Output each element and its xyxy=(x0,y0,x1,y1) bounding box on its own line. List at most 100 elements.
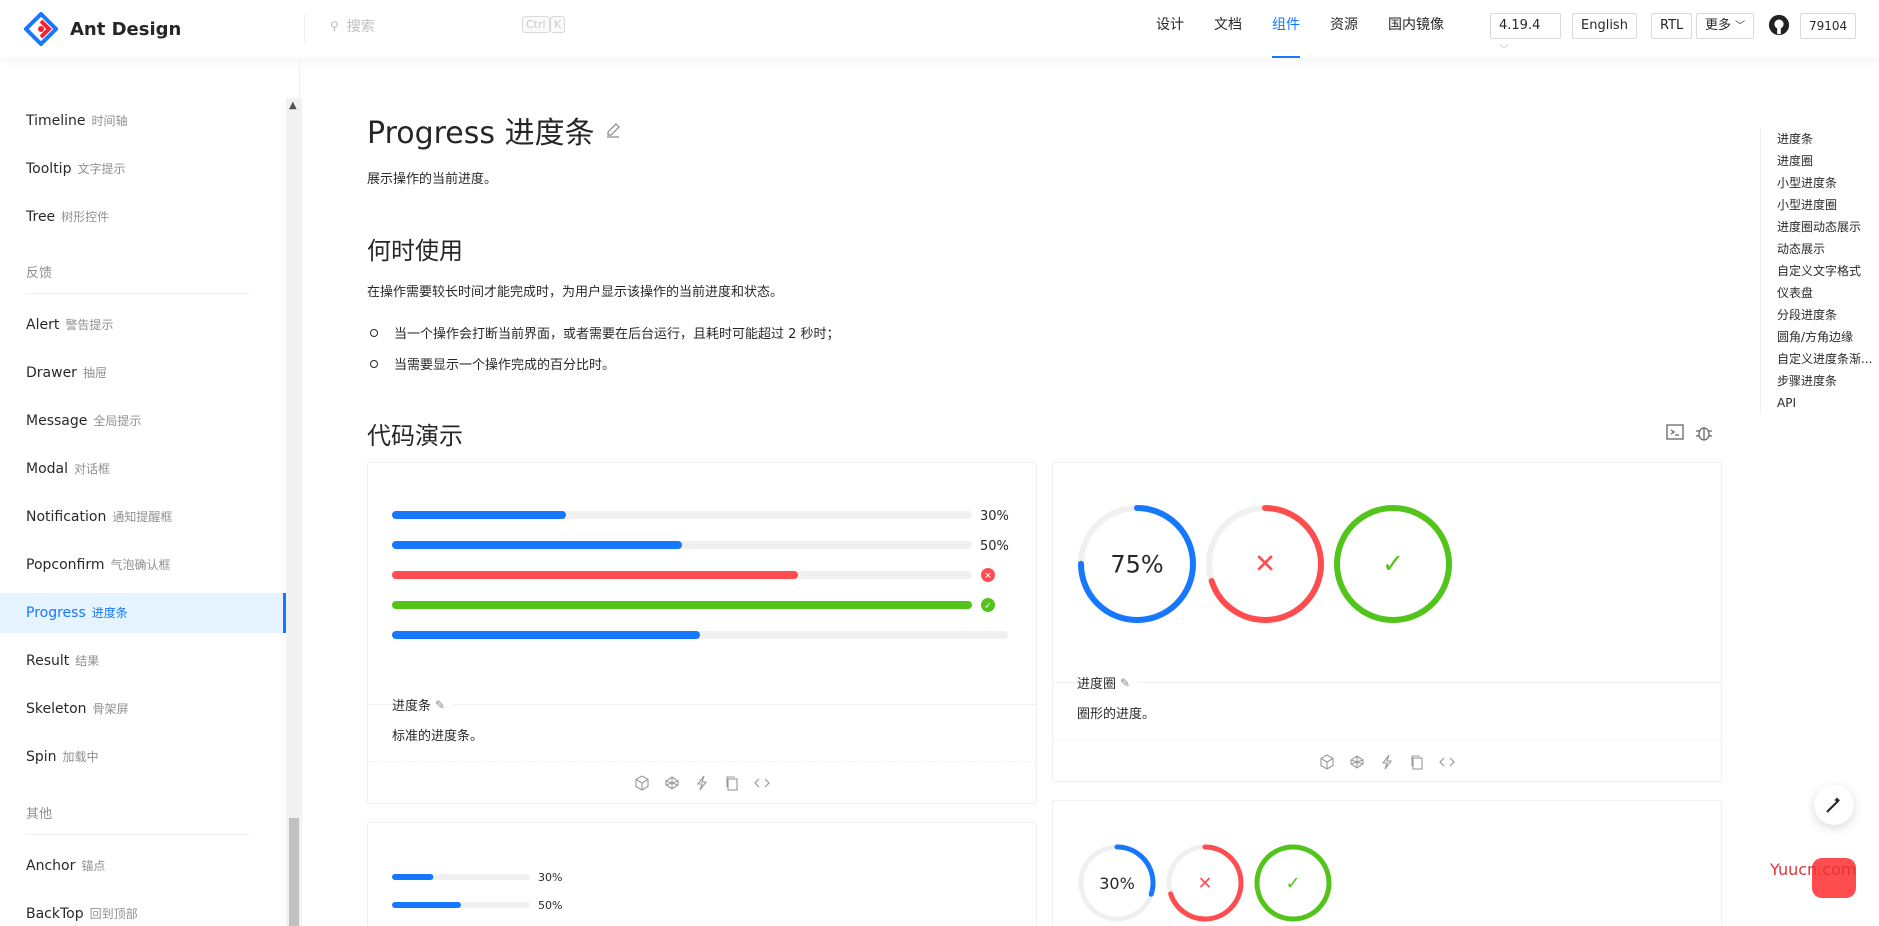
sidebar-item-cn: 通知提醒框 xyxy=(112,510,173,524)
toc-item[interactable]: 小型进度条 xyxy=(1777,172,1877,194)
toc-item[interactable]: 小型进度圈 xyxy=(1777,194,1877,216)
toc-item[interactable]: 自定义进度条渐... xyxy=(1777,348,1877,370)
ant-design-logo-icon xyxy=(24,12,58,46)
demo-actions xyxy=(368,775,1036,791)
sidebar-item-label: Drawer xyxy=(26,365,77,381)
sidebar-item-cn: 锚点 xyxy=(81,859,106,873)
github-icon[interactable] xyxy=(1768,14,1790,36)
copy-icon[interactable] xyxy=(1409,754,1425,770)
scroll-thumb[interactable] xyxy=(289,818,299,926)
more-dropdown[interactable]: 更多 ﹀ xyxy=(1696,13,1755,39)
sidebar-item-cn: 树形控件 xyxy=(61,210,110,224)
codepen-icon[interactable] xyxy=(664,775,680,791)
sidebar-item-tree[interactable]: Tree 树形控件 xyxy=(0,197,286,237)
toc-item[interactable]: 步骤进度条 xyxy=(1777,370,1877,392)
sidebar-item-cn: 文字提示 xyxy=(77,162,126,176)
kbd-k: K xyxy=(550,16,566,33)
sidebar-item-result[interactable]: Result 结果 xyxy=(0,641,286,681)
mini-circle-progress-group: 30% ✕ ✓ xyxy=(1078,844,1332,922)
demo-title-text: 进度圈 xyxy=(1077,677,1117,692)
progress-fill xyxy=(392,631,700,639)
sidebar-group-other: 其他 xyxy=(26,803,250,835)
sidebar-item-modal[interactable]: Modal 对话框 xyxy=(0,449,286,489)
edit-icon[interactable] xyxy=(605,122,621,138)
sidebar-item-label: Result xyxy=(26,653,70,669)
rtl-button[interactable]: RTL xyxy=(1651,13,1693,39)
codesandbox-icon[interactable] xyxy=(1319,754,1335,770)
table-of-contents: 进度条 进度圈 小型进度条 小型进度圈 进度圈动态展示 动态展示 自定义文字格式… xyxy=(1760,128,1877,414)
toc-item[interactable]: 圆角/方角边缘 xyxy=(1777,326,1877,348)
sidebar-item-drawer[interactable]: Drawer 抽屉 xyxy=(0,353,286,393)
codesandbox-icon[interactable] xyxy=(634,775,650,791)
sidebar-item-notification[interactable]: Notification 通知提醒框 xyxy=(0,497,286,537)
edit-icon[interactable]: ✎ xyxy=(1120,676,1130,690)
toc-item[interactable]: 进度圈 xyxy=(1777,150,1877,172)
search-box[interactable]: ⚲ 搜索 Ctrl K xyxy=(330,16,566,36)
edit-icon[interactable]: ✎ xyxy=(435,698,445,712)
main-content: Progress 进度条 展示操作的当前进度。 何时使用 在操作需要较长时间才能… xyxy=(300,58,1730,926)
progress-fill xyxy=(392,874,434,880)
sidebar-item-timeline[interactable]: Timeline 时间轴 xyxy=(0,101,286,141)
toc-item[interactable]: 进度条 xyxy=(1777,128,1877,150)
sidebar-item-alert[interactable]: Alert 警告提示 xyxy=(0,305,286,345)
nav-mirror[interactable]: 国内镜像 xyxy=(1388,0,1444,58)
status-glyph: ✓ xyxy=(984,602,992,612)
mini-line-progress-group: 30% 50% xyxy=(392,871,562,912)
sidebar-item-anchor[interactable]: Anchor 锚点 xyxy=(0,846,286,886)
magic-wand-icon xyxy=(1826,797,1840,813)
nav-design[interactable]: 设计 xyxy=(1156,0,1184,58)
toc-item[interactable]: 分段进度条 xyxy=(1777,304,1877,326)
logo[interactable]: Ant Design xyxy=(24,12,181,46)
sidebar-item-label: Notification xyxy=(26,509,107,525)
sidebar-item-label: Skeleton xyxy=(26,701,87,717)
sidebar-item-tooltip[interactable]: Tooltip 文字提示 xyxy=(0,149,286,189)
nav-resources[interactable]: 资源 xyxy=(1330,0,1358,58)
kbd-ctrl: Ctrl xyxy=(522,16,550,33)
search-icon: ⚲ xyxy=(330,19,339,33)
toc-item[interactable]: 动态展示 xyxy=(1777,238,1877,260)
progress-circle-label: 75% xyxy=(1110,551,1163,579)
sidebar-item-popconfirm[interactable]: Popconfirm 气泡确认框 xyxy=(0,545,286,585)
progress-fill xyxy=(392,601,972,609)
theme-editor-button[interactable] xyxy=(1814,785,1854,825)
main-nav: 设计 文档 组件 资源 国内镜像 xyxy=(1156,0,1474,58)
card-divider xyxy=(1053,682,1721,683)
demo-card-circle: 75% ✕ ✓ 进度圈 ✎ 圈形的进度。 xyxy=(1052,462,1722,782)
sidebar-item-message[interactable]: Message 全局提示 xyxy=(0,401,286,441)
codepen-icon[interactable] xyxy=(1349,754,1365,770)
toc-item[interactable]: 仪表盘 xyxy=(1777,282,1877,304)
show-code-icon[interactable] xyxy=(1439,754,1455,770)
sidebar-item-label: BackTop xyxy=(26,906,84,922)
version-select[interactable]: 4.19.4 ﹀ xyxy=(1490,13,1561,56)
code-expand-icon[interactable] xyxy=(1666,423,1684,441)
sidebar-item-label: Tree xyxy=(26,209,56,225)
chevron-down-icon: ﹀ xyxy=(1499,45,1509,56)
progress-percent-label: 30% xyxy=(538,871,562,884)
sidebar-item-spin[interactable]: Spin 加载中 xyxy=(0,737,286,777)
toc-item[interactable]: API xyxy=(1777,392,1877,414)
copy-icon[interactable] xyxy=(724,775,740,791)
toc-item[interactable]: 进度圈动态展示 xyxy=(1777,216,1877,238)
sidebar-item-progress[interactable]: Progress 进度条 xyxy=(0,593,286,633)
nav-docs[interactable]: 文档 xyxy=(1214,0,1242,58)
github-stars[interactable]: 79104 xyxy=(1800,13,1857,39)
debug-icon[interactable] xyxy=(1694,423,1714,443)
chevron-down-icon: ﹀ xyxy=(1735,21,1746,32)
lang-button[interactable]: English xyxy=(1572,13,1637,39)
search-input[interactable]: 搜索 xyxy=(347,16,375,36)
nav-components[interactable]: 组件 xyxy=(1272,0,1300,58)
list-item: 当需要显示一个操作完成的百分比时。 xyxy=(370,354,615,373)
toc-item[interactable]: 自定义文字格式 xyxy=(1777,260,1877,282)
sidebar-item-cn: 气泡确认框 xyxy=(110,558,171,572)
progress-fill xyxy=(392,541,682,549)
sidebar-item-cn: 全局提示 xyxy=(93,414,142,428)
sidebar-item-skeleton[interactable]: Skeleton 骨架屏 xyxy=(0,689,286,729)
demo-card-line: 30% 50% ✕ ✓ 进度条 ✎ 标准的进度条。 xyxy=(367,462,1037,804)
stackblitz-icon[interactable] xyxy=(1379,754,1395,770)
scroll-up-arrow-icon[interactable]: ▲ xyxy=(289,100,297,111)
stackblitz-icon[interactable] xyxy=(694,775,710,791)
sidebar-item-backtop[interactable]: BackTop 回到顶部 xyxy=(0,894,286,926)
show-code-icon[interactable] xyxy=(754,775,770,791)
page-title: Progress 进度条 xyxy=(367,108,621,152)
demo-card-mini-circle: 30% ✕ ✓ xyxy=(1052,800,1722,926)
